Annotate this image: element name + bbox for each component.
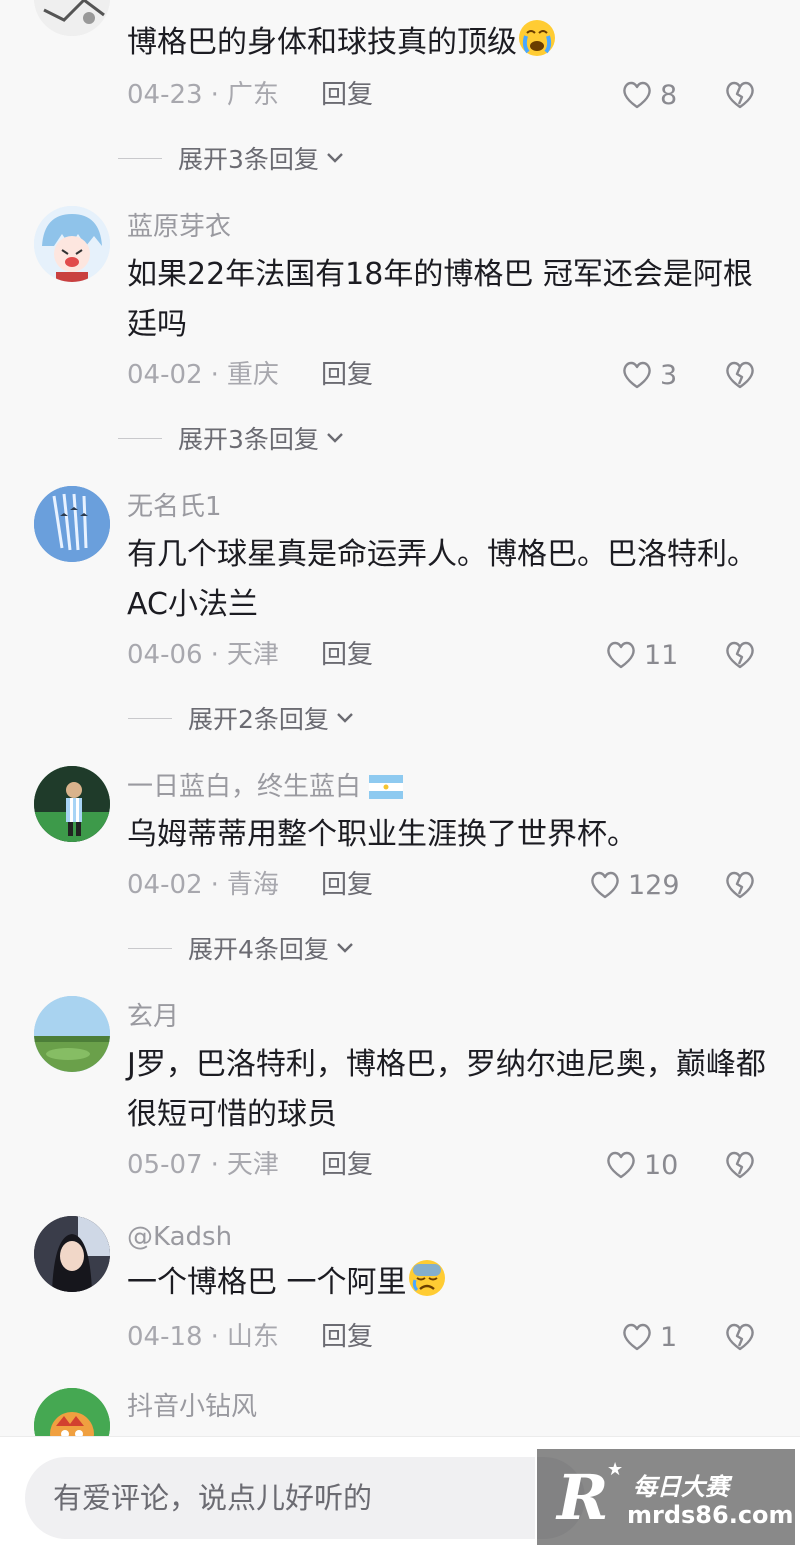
divider xyxy=(118,157,162,159)
divider xyxy=(128,717,172,719)
expand-replies-button[interactable]: 展开3条回复 xyxy=(118,420,345,456)
like-count: 129 xyxy=(628,869,680,901)
heart-icon xyxy=(623,1323,651,1351)
comment-meta: 04-23 · 广东 xyxy=(127,80,279,110)
reply-button[interactable]: 回复 xyxy=(321,78,373,112)
chevron-down-icon xyxy=(327,433,343,443)
comment-date: 04-23 xyxy=(127,80,203,110)
argentina-flag-icon xyxy=(369,775,404,799)
expand-replies-button[interactable]: 展开4条回复 xyxy=(128,930,355,966)
expand-replies-label: 展开2条回复 xyxy=(188,705,329,734)
username[interactable]: @Kadsh xyxy=(127,1220,232,1254)
avatar[interactable] xyxy=(34,206,110,282)
expand-replies-button[interactable]: 展开2条回复 xyxy=(128,700,355,736)
avatar[interactable] xyxy=(34,0,110,36)
avatar[interactable] xyxy=(34,996,110,1072)
avatar[interactable] xyxy=(34,1216,110,1292)
comment-date: 04-02 xyxy=(127,360,203,390)
heart-icon xyxy=(623,81,651,109)
heart-icon xyxy=(607,641,635,669)
watermark-title: 每日大赛 xyxy=(633,1473,729,1501)
broken-heart-icon[interactable] xyxy=(722,867,758,903)
comment-text: 一个博格巴 一个阿里 xyxy=(127,1258,767,1308)
expand-replies-button[interactable]: 展开3条回复 xyxy=(118,140,345,176)
broken-heart-icon[interactable] xyxy=(722,1147,758,1183)
like-count: 10 xyxy=(644,1149,679,1181)
comment-date: 04-06 xyxy=(127,640,203,670)
comment-location: 天津 xyxy=(226,1150,279,1180)
comment-meta: 04-02 · 重庆 xyxy=(127,360,279,390)
broken-heart-icon[interactable] xyxy=(722,357,758,393)
broken-heart-icon[interactable] xyxy=(722,637,758,673)
expand-replies-label: 展开3条回复 xyxy=(178,425,319,454)
comment-meta: 05-07 · 天津 xyxy=(127,1150,279,1180)
comment-input-bar: 有爱评论，说点儿好听的 R ★ 每日大赛 mrds86.com xyxy=(0,1436,800,1555)
crying-face-icon xyxy=(519,20,555,56)
reply-button[interactable]: 回复 xyxy=(321,1148,373,1182)
like-count: 11 xyxy=(644,639,679,671)
username[interactable]: 蓝原芽衣 xyxy=(127,210,231,244)
comment-location: 重庆 xyxy=(226,360,279,390)
avatar[interactable] xyxy=(34,486,110,562)
watermark-site: mrds86.com xyxy=(627,1501,794,1529)
username-label: 一日蓝白，终生蓝白 xyxy=(127,772,362,802)
comment-location: 山东 xyxy=(226,1322,279,1352)
reply-button[interactable]: 回复 xyxy=(321,638,373,672)
like-count: 1 xyxy=(660,1321,678,1353)
comment-text: 博格巴的身体和球技真的顶级 xyxy=(127,18,767,68)
like-button[interactable]: 1 xyxy=(620,1319,677,1355)
divider xyxy=(118,437,162,439)
comment-text: J罗，巴洛特利，博格巴，罗纳尔迪尼奥，巅峰都很短可惜的球员 xyxy=(127,1047,766,1132)
comment-meta: 04-06 · 天津 xyxy=(127,640,279,670)
username[interactable]: 玄月 xyxy=(127,1000,179,1034)
comment-text: 乌姆蒂蒂用整个职业生涯换了世界杯。 xyxy=(127,817,637,852)
heart-icon xyxy=(607,1151,635,1179)
comment-date: 04-02 xyxy=(127,870,203,900)
comment-date: 05-07 xyxy=(127,1150,203,1180)
username[interactable]: 一日蓝白，终生蓝白 xyxy=(127,770,404,804)
comment-meta: 04-02 · 青海 xyxy=(127,870,279,900)
like-button[interactable]: 11 xyxy=(604,637,678,673)
heart-icon xyxy=(591,871,619,899)
chevron-down-icon xyxy=(327,153,343,163)
sad-face-icon xyxy=(408,1260,445,1296)
chevron-down-icon xyxy=(337,713,353,723)
reply-button[interactable]: 回复 xyxy=(321,358,373,392)
heart-icon xyxy=(623,361,651,389)
watermark-logo-letter: R xyxy=(557,1461,609,1534)
like-button[interactable]: 129 xyxy=(588,867,680,903)
comment-location: 天津 xyxy=(226,640,279,670)
username[interactable]: 无名氏1 xyxy=(127,490,222,524)
comment-location: 青海 xyxy=(226,870,279,900)
watermark: R ★ 每日大赛 mrds86.com xyxy=(535,1447,797,1547)
broken-heart-icon[interactable] xyxy=(722,1319,758,1355)
reply-button[interactable]: 回复 xyxy=(321,1320,373,1354)
divider xyxy=(128,947,172,949)
like-button[interactable]: 8 xyxy=(620,77,677,113)
like-button[interactable]: 3 xyxy=(620,357,677,393)
like-count: 8 xyxy=(660,79,678,111)
star-icon: ★ xyxy=(607,1459,624,1480)
comment-input[interactable]: 有爱评论，说点儿好听的 xyxy=(25,1457,585,1539)
comment-meta: 04-18 · 山东 xyxy=(127,1322,279,1352)
expand-replies-label: 展开4条回复 xyxy=(188,935,329,964)
like-count: 3 xyxy=(660,359,678,391)
comment-text: 有几个球星真是命运弄人。博格巴。巴洛特利。AC小法兰 xyxy=(127,537,757,622)
avatar[interactable] xyxy=(34,766,110,842)
username[interactable]: 抖音小钻风 xyxy=(127,1390,257,1424)
like-button[interactable]: 10 xyxy=(604,1147,678,1183)
comment-location: 广东 xyxy=(226,80,279,110)
comment-date: 04-18 xyxy=(127,1322,203,1352)
broken-heart-icon[interactable] xyxy=(722,77,758,113)
reply-button[interactable]: 回复 xyxy=(321,868,373,902)
comment-text: 如果22年法国有18年的博格巴 冠军还会是阿根廷吗 xyxy=(127,257,753,342)
expand-replies-label: 展开3条回复 xyxy=(178,145,319,174)
chevron-down-icon xyxy=(337,943,353,953)
